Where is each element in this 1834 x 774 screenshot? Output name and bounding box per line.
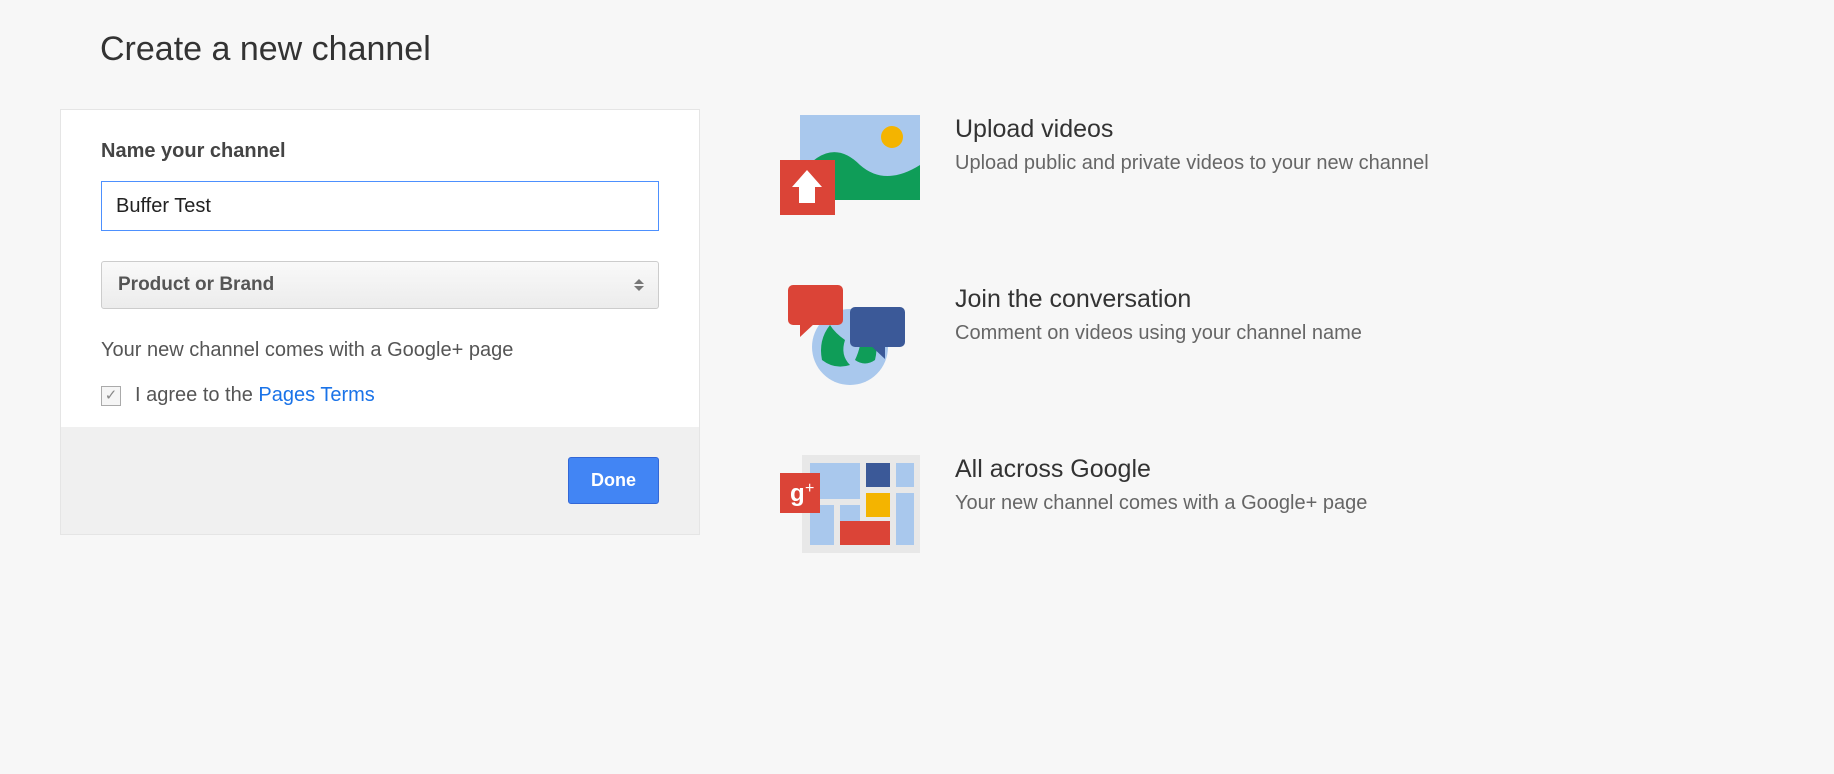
- checkmark-icon: ✓: [105, 388, 118, 403]
- form-footer: Done: [61, 427, 699, 534]
- pages-terms-link[interactable]: Pages Terms: [258, 384, 374, 406]
- select-arrows-icon: [634, 279, 644, 291]
- agree-text: I agree to the Pages Terms: [135, 384, 375, 407]
- done-button[interactable]: Done: [568, 457, 659, 504]
- benefit-all-across-google: g + All across Google Your new channel c…: [780, 455, 1774, 555]
- benefit-desc: Your new channel comes with a Google+ pa…: [955, 492, 1367, 515]
- agree-checkbox[interactable]: ✓: [101, 386, 121, 406]
- benefit-desc: Upload public and private videos to your…: [955, 152, 1429, 175]
- channel-name-label: Name your channel: [101, 140, 659, 163]
- upload-videos-icon: [780, 115, 920, 215]
- channel-name-input[interactable]: [101, 181, 659, 231]
- benefit-title: Join the conversation: [955, 285, 1362, 314]
- page-title: Create a new channel: [60, 30, 1774, 69]
- agree-prefix: I agree to the: [135, 384, 258, 406]
- content-wrapper: Name your channel Product or Brand Your …: [60, 109, 1774, 625]
- all-across-google-icon: g +: [780, 455, 920, 555]
- category-select[interactable]: Product or Brand: [101, 261, 659, 309]
- benefit-join-conversation: Join the conversation Comment on videos …: [780, 285, 1774, 385]
- benefit-title: All across Google: [955, 455, 1367, 484]
- benefits-list: Upload videos Upload public and private …: [780, 109, 1774, 625]
- create-channel-form: Name your channel Product or Brand Your …: [60, 109, 700, 535]
- benefit-title: Upload videos: [955, 115, 1429, 144]
- google-plus-info: Your new channel comes with a Google+ pa…: [101, 339, 659, 362]
- svg-text:+: +: [805, 480, 814, 497]
- form-body: Name your channel Product or Brand Your …: [61, 110, 699, 427]
- agree-row: ✓ I agree to the Pages Terms: [101, 384, 659, 407]
- svg-text:g: g: [790, 480, 805, 507]
- benefit-desc: Comment on videos using your channel nam…: [955, 322, 1362, 345]
- join-conversation-icon: [780, 285, 920, 385]
- benefit-upload-videos: Upload videos Upload public and private …: [780, 115, 1774, 215]
- category-selected-label: Product or Brand: [118, 274, 274, 295]
